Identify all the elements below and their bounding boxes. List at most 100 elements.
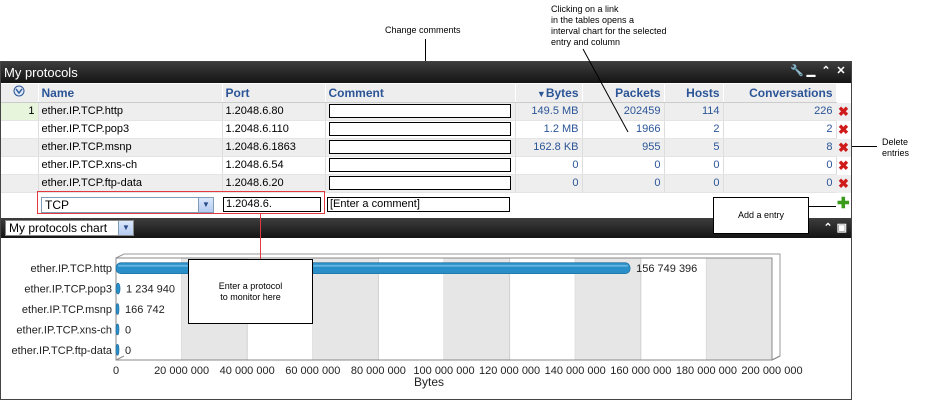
- cell-bytes-link[interactable]: 0: [515, 174, 583, 193]
- col-header-comment[interactable]: Comment: [325, 84, 516, 103]
- restore-icon[interactable]: ▣: [837, 221, 847, 234]
- bar-value-label: 1 234 940: [126, 284, 175, 296]
- new-comment-input[interactable]: [Enter a comment]: [327, 197, 510, 212]
- x-tick-label: 120 000 000: [479, 365, 540, 377]
- chart-select[interactable]: My protocols chart ▼: [5, 220, 134, 236]
- bar: [115, 323, 120, 336]
- row-index: [1, 120, 39, 139]
- delete-icon[interactable]: ✖: [836, 157, 851, 175]
- pointer-line-delete: [850, 146, 877, 147]
- delete-icon[interactable]: ✖: [836, 175, 851, 193]
- bar-value-label: 0: [125, 324, 131, 336]
- cell-name: ether.IP.TCP.pop3: [38, 120, 223, 139]
- x-tick-label: 200 000 000: [741, 365, 802, 377]
- wrench-icon[interactable]: 🔧: [790, 65, 804, 78]
- cell-bytes-link[interactable]: 162.8 KB: [515, 138, 583, 157]
- col-header-hosts[interactable]: Hosts: [664, 84, 724, 103]
- minimize-icon[interactable]: ▁: [805, 65, 817, 78]
- cell-port: 1.2048.6.20: [222, 174, 326, 193]
- cell-bytes-link[interactable]: 1.2 MB: [515, 120, 583, 139]
- cell-conversations-link[interactable]: 226: [723, 102, 837, 121]
- delete-icon[interactable]: ✖: [836, 103, 851, 121]
- cell-bytes-link[interactable]: 0: [515, 156, 583, 175]
- cell-hosts-link[interactable]: 114: [664, 102, 724, 121]
- x-tick-label: 160 000 000: [610, 365, 671, 377]
- x-axis-label: Bytes: [414, 375, 444, 389]
- x-tick-label: 20 000 000: [154, 365, 209, 377]
- cell-port: 1.2048.6.110: [222, 120, 326, 139]
- cell-port: 1.2048.6.54: [222, 156, 326, 175]
- cell-conversations-link[interactable]: 2: [723, 120, 837, 139]
- cell-name: ether.IP.TCP.ftp-data: [38, 174, 223, 193]
- y-tick-label: ether.IP.TCP.pop3: [24, 284, 112, 296]
- cell-packets-link[interactable]: 0: [582, 174, 665, 193]
- cell-bytes-link[interactable]: 149.5 MB: [515, 102, 583, 121]
- cell-conversations-link[interactable]: 0: [723, 156, 837, 175]
- collapse-icon[interactable]: ⌃: [823, 221, 832, 234]
- cell-packets-link[interactable]: 202459: [582, 102, 665, 121]
- x-tick-label: 0: [113, 365, 119, 377]
- chevron-down-icon[interactable]: ▼: [118, 221, 133, 235]
- col-header-name[interactable]: Name: [38, 84, 223, 103]
- annotation-add-entry: Add a entry: [713, 197, 809, 234]
- add-entry-icon[interactable]: ✚: [837, 196, 850, 211]
- cell-hosts-link[interactable]: 2: [664, 120, 724, 139]
- bar: [115, 282, 121, 295]
- x-tick-label: 40 000 000: [220, 365, 275, 377]
- annotation-add-entry-label: Add a entry: [737, 210, 785, 220]
- cell-comment: [325, 120, 516, 139]
- col-header-port[interactable]: Port: [222, 84, 326, 103]
- comment-input[interactable]: [328, 176, 511, 190]
- close-icon[interactable]: ✕: [835, 65, 847, 78]
- delete-icon[interactable]: ✖: [836, 139, 851, 157]
- cell-comment: [325, 156, 516, 175]
- x-tick-label: 80 000 000: [351, 365, 406, 377]
- cell-port: 1.2048.6.1863: [222, 138, 326, 157]
- delete-column: ✖ ✖ ✖ ✖ ✖: [836, 103, 851, 193]
- col-header-bytes-label: Bytes: [545, 85, 579, 100]
- row-index: [1, 138, 39, 157]
- cell-name: ether.IP.TCP.http: [38, 102, 223, 121]
- sort-desc-icon: ▼: [536, 88, 546, 99]
- panel-titlebar: My protocols 🔧 ▁ ⌃ ✕: [1, 62, 851, 83]
- cell-packets-link[interactable]: 1966: [582, 120, 665, 139]
- cell-name: ether.IP.TCP.xns-ch: [38, 156, 223, 175]
- cell-comment: [325, 174, 516, 193]
- bytes-bar-chart: 0 20 000 000 40 000 000 60 000 000 80 000 00…: [12, 253, 803, 389]
- table-row: 1 ether.IP.TCP.http 1.2048.6.80 149.5 MB…: [1, 102, 837, 121]
- cell-hosts-link[interactable]: 0: [664, 174, 724, 193]
- sort-config-icon[interactable]: [1, 84, 39, 103]
- delete-icon[interactable]: ✖: [836, 121, 851, 139]
- comment-input[interactable]: [328, 122, 511, 136]
- cell-conversations-link[interactable]: 8: [723, 138, 837, 157]
- comment-input[interactable]: [328, 140, 511, 154]
- cell-conversations-link[interactable]: 0: [723, 174, 837, 193]
- cell-packets-link[interactable]: 955: [582, 138, 665, 157]
- col-header-conversations[interactable]: Conversations: [723, 84, 837, 103]
- panel-title: My protocols: [4, 65, 78, 80]
- cell-hosts-link[interactable]: 5: [664, 138, 724, 157]
- y-tick-label: ether.IP.TCP.xns-ch: [16, 324, 112, 336]
- col-header-packets[interactable]: Packets: [582, 84, 665, 103]
- col-header-bytes[interactable]: ▼Bytes: [515, 84, 583, 103]
- x-tick-label: 140 000 000: [545, 365, 606, 377]
- cell-comment: [325, 138, 516, 157]
- comment-input[interactable]: [328, 158, 511, 172]
- annotation-change-comments: Change comments: [385, 25, 461, 35]
- bar-value-label: 0: [125, 345, 131, 357]
- bar: [115, 344, 120, 356]
- bar-value-label: 156 749 396: [636, 263, 697, 275]
- annotation-enter-protocol: Enter a protocol to monitor here: [188, 259, 313, 324]
- collapse-icon[interactable]: ⌃: [820, 65, 832, 78]
- cell-packets-link[interactable]: 0: [582, 156, 665, 175]
- cell-comment: [325, 102, 516, 121]
- highlight-box: [37, 191, 325, 214]
- grid-band: [706, 258, 772, 360]
- y-tick-label: ether.IP.TCP.http: [30, 263, 112, 275]
- pointer-line-enter-protocol: [260, 213, 261, 259]
- x-tick-label: 180 000 000: [676, 365, 737, 377]
- comment-input[interactable]: [328, 104, 511, 118]
- cell-hosts-link[interactable]: 0: [664, 156, 724, 175]
- cell-port: 1.2048.6.80: [222, 102, 326, 121]
- protocols-table: Name Port Comment ▼Bytes Packets Hosts C…: [1, 84, 837, 193]
